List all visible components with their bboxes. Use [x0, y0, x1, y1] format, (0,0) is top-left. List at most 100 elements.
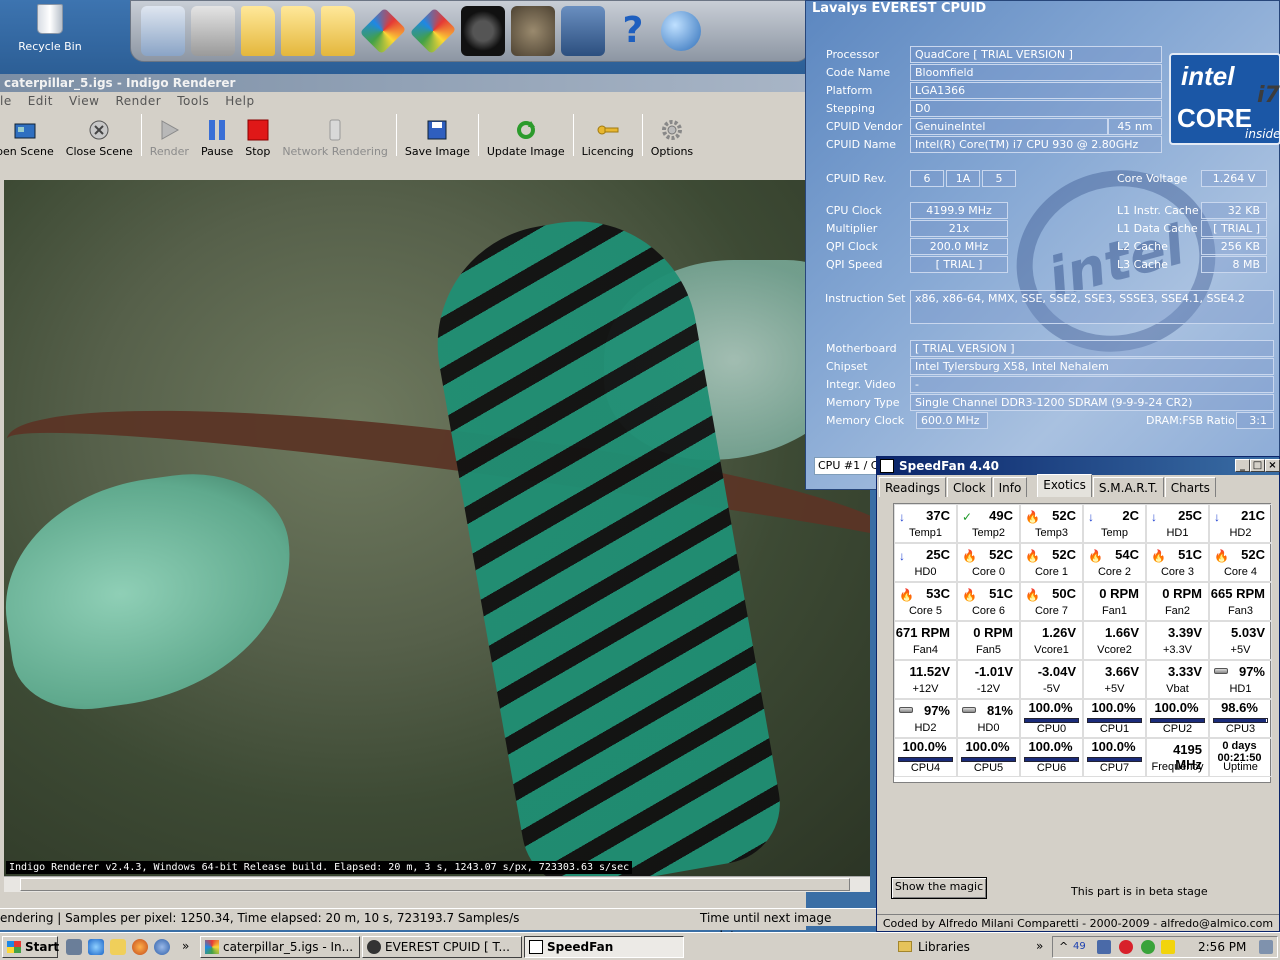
reading-cell: 81% HD0 — [957, 699, 1020, 738]
reading-value: 100.0% — [1091, 739, 1136, 754]
menu-help[interactable]: Help — [225, 92, 254, 110]
render-status: endering | Samples per pixel: 1250.34, T… — [0, 911, 520, 925]
reading-cell: -3.04V -5V — [1020, 660, 1083, 699]
reading-value: 1.66V — [1105, 625, 1139, 640]
everest-task-icon — [367, 940, 381, 954]
indigo-menu-bar: le Edit View Render Tools Help — [0, 92, 806, 110]
reading-cell: 🔥 51C Core 3 — [1146, 543, 1209, 582]
value-motherboard: [ TRIAL VERSION ] — [910, 340, 1274, 357]
ie-icon[interactable] — [88, 939, 104, 955]
menu-tools[interactable]: Tools — [177, 92, 209, 110]
tab-clock[interactable]: Clock — [946, 477, 992, 497]
download-icon[interactable] — [561, 6, 605, 56]
value-l3: 8 MB — [1201, 256, 1267, 273]
start-button[interactable]: Start — [2, 936, 59, 958]
reading-cell: 🔥 50C Core 7 — [1020, 582, 1083, 621]
speedfan-app-icon — [880, 459, 894, 473]
label-l2: L2 Cache — [1117, 240, 1168, 253]
tab-readings[interactable]: Readings — [879, 477, 946, 497]
value-instruction-set: x86, x86-64, MMX, SSE, SSE2, SSE3, SSSE3… — [910, 290, 1274, 324]
tab-info[interactable]: Info — [992, 477, 1028, 497]
open-scene-button[interactable]: pen Scene — [0, 112, 60, 158]
reading-value: 49C — [989, 508, 1013, 523]
reading-label: Core 7 — [1034, 605, 1069, 617]
indigo-window: caterpillar_5.igs - Indigo Renderer le E… — [0, 74, 880, 943]
explorer-icon[interactable] — [110, 939, 126, 955]
close-button[interactable]: × — [1265, 459, 1280, 472]
close-scene-button[interactable]: Close Scene — [60, 112, 139, 158]
tab-charts[interactable]: Charts — [1164, 477, 1216, 497]
chevron-more-icon[interactable]: » — [1036, 939, 1043, 953]
reading-value: 100.0% — [1028, 739, 1073, 754]
tray-chevron-icon[interactable]: ^ — [1059, 937, 1068, 957]
reading-label: Core 1 — [1034, 566, 1069, 578]
speedfan-title-bar[interactable]: SpeedFan 4.40 _ □ × — [877, 457, 1280, 475]
reading-cell: 100.0% CPU4 — [894, 738, 957, 777]
tab-smart[interactable]: S.M.A.R.T. — [1092, 477, 1164, 497]
folder-icon[interactable] — [281, 6, 315, 56]
options-button[interactable]: Options — [645, 112, 699, 158]
menu-edit[interactable]: Edit — [28, 92, 53, 110]
libraries-toolbar[interactable]: Libraries — [898, 936, 970, 958]
network-icon[interactable] — [1097, 940, 1111, 954]
app-tray-icon[interactable] — [1141, 940, 1155, 954]
reading-cell: 4195 MHz Frequency — [1146, 738, 1209, 777]
indigo-title-bar[interactable]: caterpillar_5.igs - Indigo Renderer — [0, 74, 806, 92]
pause-button[interactable]: Pause — [195, 112, 239, 158]
messenger-icon[interactable] — [1161, 940, 1175, 954]
task-indigo[interactable]: caterpillar_5.igs - In... — [200, 936, 360, 958]
tray-temp-badge[interactable]: 49 — [1073, 937, 1086, 957]
beta-note: This part is in beta stage — [1071, 885, 1208, 898]
reading-cell: 0 RPM Fan1 — [1083, 582, 1146, 621]
network-rendering-button[interactable]: Network Rendering — [276, 112, 394, 158]
reading-value: 671 RPM — [895, 625, 950, 640]
browser-icon[interactable] — [154, 939, 170, 955]
help-icon[interactable]: ? — [611, 6, 655, 56]
scrollbar-thumb[interactable] — [20, 878, 850, 891]
menu-file[interactable]: le — [0, 92, 12, 110]
tab-exotics[interactable]: Exotics — [1037, 474, 1092, 497]
antivirus-icon[interactable] — [1119, 940, 1133, 954]
globe-icon[interactable] — [661, 11, 701, 51]
show-desktop-icon[interactable] — [66, 939, 82, 955]
folder-icon[interactable] — [321, 6, 355, 56]
menu-render[interactable]: Render — [115, 92, 161, 110]
drive-icon[interactable] — [191, 6, 235, 56]
save-image-button[interactable]: Save Image — [399, 112, 476, 158]
show-desktop-icon[interactable] — [1259, 940, 1273, 954]
reading-cell: 11.52V +12V — [894, 660, 957, 699]
label-l3: L3 Cache — [1117, 258, 1168, 271]
speedfan-tabs: Readings Clock Info Exotics S.M.A.R.T. C… — [879, 474, 1217, 497]
task-everest[interactable]: EVEREST CPUID [ T... — [362, 936, 522, 958]
render-button[interactable]: Render — [144, 112, 195, 158]
show-magic-button[interactable]: Show the magic — [891, 877, 987, 899]
clock[interactable]: 2:56 PM — [1198, 937, 1246, 957]
gimp-icon[interactable] — [511, 6, 555, 56]
stop-button[interactable]: Stop — [239, 112, 276, 158]
maximize-button[interactable]: □ — [1250, 459, 1265, 472]
task-speedfan[interactable]: SpeedFan — [524, 936, 684, 958]
reading-label: CPU2 — [1162, 723, 1193, 735]
horizontal-scrollbar[interactable] — [4, 876, 870, 892]
menu-view[interactable]: View — [69, 92, 99, 110]
taskbar: Start » caterpillar_5.igs - In... EVERES… — [0, 932, 1280, 960]
update-image-button[interactable]: Update Image — [481, 112, 571, 158]
minimize-button[interactable]: _ — [1235, 459, 1250, 472]
reading-value: 25C — [1178, 508, 1202, 523]
cpu-select-dropdown[interactable]: CPU #1 / Co — [814, 457, 884, 475]
camera-icon[interactable] — [461, 6, 505, 56]
recycle-bin[interactable]: Recycle Bin — [10, 4, 90, 64]
render-canvas[interactable]: Indigo Renderer v2.4.3, Windows 64-bit R… — [4, 180, 870, 876]
colorwheel-icon[interactable] — [409, 7, 457, 55]
folder-icon[interactable] — [241, 6, 275, 56]
reading-label: Vcore1 — [1034, 644, 1069, 656]
reading-label: HD0 — [914, 566, 937, 578]
licencing-button[interactable]: Licencing — [576, 112, 640, 158]
chevron-more-icon[interactable]: » — [182, 939, 189, 953]
everest-title[interactable]: Lavalys EVEREST CPUID — [812, 1, 986, 17]
computer-icon[interactable] — [141, 6, 185, 56]
label-chipset: Chipset — [826, 360, 868, 373]
reading-cell: 100.0% CPU2 — [1146, 699, 1209, 738]
firefox-icon[interactable] — [132, 939, 148, 955]
colorwheel-icon[interactable] — [359, 7, 407, 55]
